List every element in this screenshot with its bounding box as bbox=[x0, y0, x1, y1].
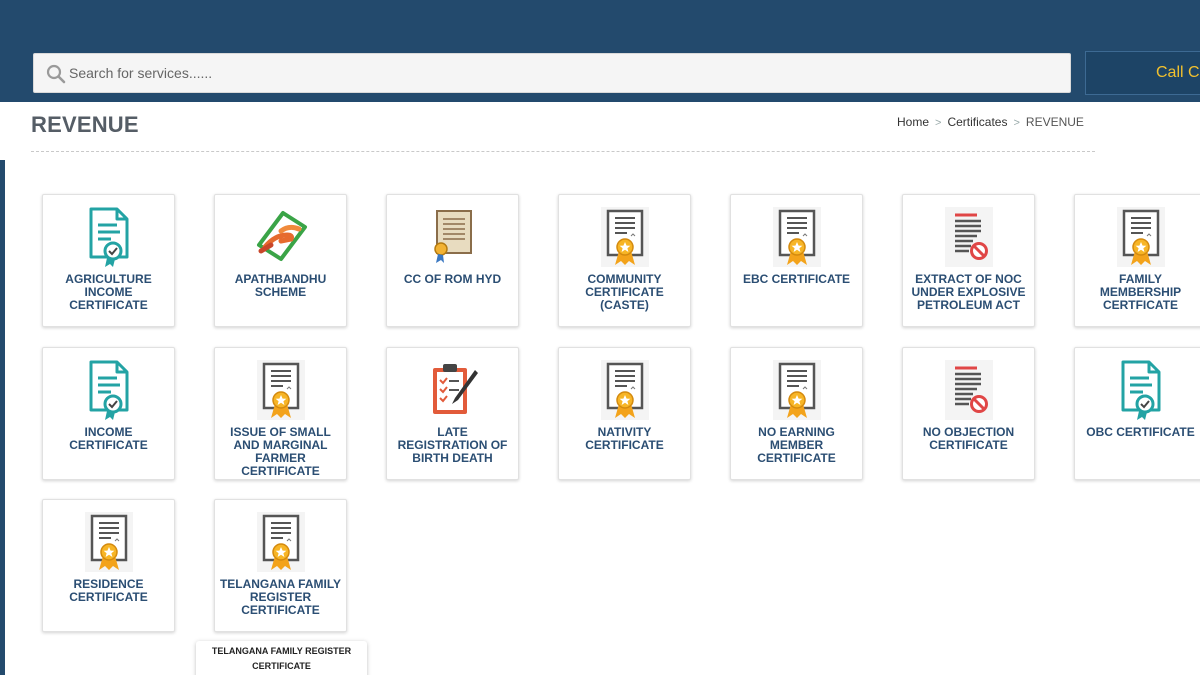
breadcrumb-current: REVENUE bbox=[1025, 115, 1084, 129]
service-tile-label: COMMUNITY CERTIFICATE (CASTE) bbox=[585, 272, 664, 312]
breadcrumb-home-link[interactable]: Home bbox=[897, 115, 929, 129]
service-tile-label: AGRICULTURE INCOME CERTIFICATE bbox=[65, 272, 152, 312]
service-tile-label: RESIDENCE CERTIFICATE bbox=[69, 577, 148, 604]
service-tile[interactable]: NO EARNING MEMBER CERTIFICATE bbox=[730, 347, 863, 480]
title-divider bbox=[31, 151, 1095, 152]
service-tile-label: NO EARNING MEMBER CERTIFICATE bbox=[757, 425, 836, 465]
scroll-certificate-icon bbox=[425, 205, 481, 269]
service-tile[interactable]: ISSUE OF SMALL AND MARGINAL FARMER CERTI… bbox=[214, 347, 347, 480]
helping-hands-icon bbox=[253, 205, 309, 269]
service-tile-label: APATHBANDHU SCHEME bbox=[234, 272, 327, 299]
breadcrumb: Home > Certificates > REVENUE bbox=[897, 115, 1084, 129]
service-tile-label: NATIVITY CERTIFICATE bbox=[585, 425, 664, 452]
service-tile[interactable]: APATHBANDHU SCHEME bbox=[214, 194, 347, 327]
service-tile-label: EXTRACT OF NOC UNDER EXPLOSIVE PETROLEUM… bbox=[911, 272, 1026, 312]
service-tile-label: NO OBJECTION CERTIFICATE bbox=[922, 425, 1015, 452]
service-tile-label: CC OF ROM HYD bbox=[403, 272, 502, 286]
service-tile[interactable]: CC OF ROM HYD bbox=[386, 194, 519, 327]
service-tile[interactable]: COMMUNITY CERTIFICATE (CASTE) bbox=[558, 194, 691, 327]
service-tile[interactable]: NO OBJECTION CERTIFICATE bbox=[902, 347, 1035, 480]
service-tile[interactable]: EBC CERTIFICATE bbox=[730, 194, 863, 327]
service-tile[interactable]: FAMILY MEMBERSHIP CERTFICATE bbox=[1074, 194, 1200, 327]
service-tile[interactable]: TELANGANA FAMILY REGISTER CERTIFICATE bbox=[214, 499, 347, 632]
breadcrumb-separator-icon: > bbox=[1013, 117, 1020, 129]
service-tile-label: EBC CERTIFICATE bbox=[742, 272, 851, 286]
page-title: REVENUE bbox=[31, 112, 139, 137]
certificate-ribbon-icon bbox=[1113, 205, 1169, 269]
service-tile[interactable]: LATE REGISTRATION OF BIRTH DEATH bbox=[386, 347, 519, 480]
service-tile[interactable]: AGRICULTURE INCOME CERTIFICATE bbox=[42, 194, 175, 327]
certificate-ribbon-icon bbox=[769, 205, 825, 269]
certificate-ribbon-icon bbox=[253, 358, 309, 422]
service-tile[interactable]: NATIVITY CERTIFICATE bbox=[558, 347, 691, 480]
income-document-icon bbox=[81, 358, 137, 422]
service-tile-label: INCOME CERTIFICATE bbox=[69, 425, 148, 452]
call-center-button[interactable]: Call Center bbox=[1085, 51, 1200, 95]
certificate-ribbon-icon bbox=[81, 510, 137, 574]
certificate-ribbon-icon bbox=[597, 358, 653, 422]
certificate-ribbon-icon bbox=[253, 510, 309, 574]
income-document-icon bbox=[81, 205, 137, 269]
service-tile-label: OBC CERTIFICATE bbox=[1086, 425, 1195, 439]
service-tile-label: FAMILY MEMBERSHIP CERTFICATE bbox=[1099, 272, 1182, 312]
service-tile[interactable]: RESIDENCE CERTIFICATE bbox=[42, 499, 175, 632]
certificate-ribbon-icon bbox=[769, 358, 825, 422]
breadcrumb-certificates-link[interactable]: Certificates bbox=[947, 115, 1007, 129]
search-icon[interactable] bbox=[46, 64, 66, 84]
hover-tooltip: TELANGANA FAMILY REGISTER CERTIFICATE bbox=[196, 641, 367, 675]
no-objection-document-icon bbox=[941, 358, 997, 422]
service-tile-label: TELANGANA FAMILY REGISTER CERTIFICATE bbox=[219, 577, 342, 617]
service-tile[interactable]: INCOME CERTIFICATE bbox=[42, 347, 175, 480]
certificate-ribbon-icon bbox=[597, 205, 653, 269]
side-strip bbox=[0, 160, 5, 675]
income-document-icon bbox=[1113, 358, 1169, 422]
clipboard-checklist-icon bbox=[425, 358, 481, 422]
service-tile-label: LATE REGISTRATION OF BIRTH DEATH bbox=[397, 425, 508, 465]
search-input[interactable] bbox=[69, 55, 1059, 91]
service-tile[interactable]: OBC CERTIFICATE bbox=[1074, 347, 1200, 480]
breadcrumb-separator-icon: > bbox=[935, 117, 942, 129]
no-objection-document-icon bbox=[941, 205, 997, 269]
service-tile[interactable]: EXTRACT OF NOC UNDER EXPLOSIVE PETROLEUM… bbox=[902, 194, 1035, 327]
service-tile-label: ISSUE OF SMALL AND MARGINAL FARMER CERTI… bbox=[230, 425, 331, 478]
